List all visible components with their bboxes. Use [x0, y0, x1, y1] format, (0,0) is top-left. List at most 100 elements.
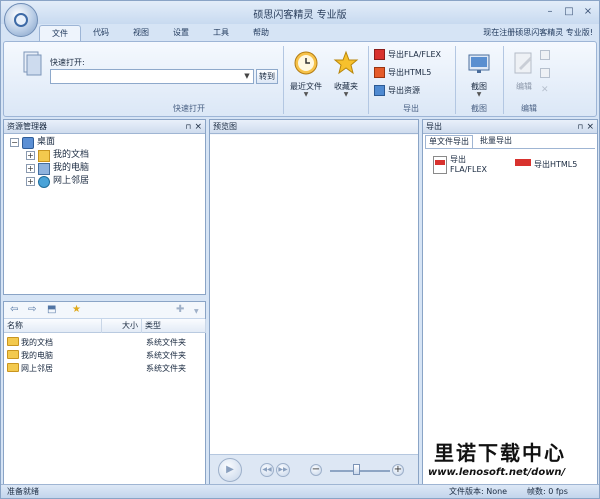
watermark: 里诺下载中心 www.lenosoft.net/down/ [426, 437, 598, 487]
file-list-row[interactable]: 我的电脑 系统文件夹 [4, 349, 205, 362]
expand-icon[interactable]: + [26, 164, 35, 173]
tab-file[interactable]: 文件 [39, 25, 81, 41]
tab-single-export[interactable]: 单文件导出 [425, 135, 473, 148]
delete-icon: ✕ [541, 85, 549, 95]
tree-item-label: 我的文档 [53, 150, 90, 160]
file-version: 文件版本: None [449, 487, 508, 496]
export-resources-button[interactable]: 导出资源 [374, 84, 420, 97]
goto-button[interactable]: 转到 [256, 69, 278, 84]
row-name: 我的文档 [21, 338, 53, 347]
resources-icon [374, 85, 385, 96]
tab-batch-export[interactable]: 批量导出 [477, 135, 515, 148]
desktop-icon [22, 136, 34, 149]
export-html5-label: 导出HTML5 [388, 68, 432, 77]
tab-help[interactable]: 帮助 [241, 25, 281, 41]
file-list-toolbar: ⇦ ⇨ ⬒ ★ ✚ ▼ [4, 302, 205, 319]
pin-icon[interactable]: ⊓ [186, 120, 191, 134]
export-panel: 导出 ⊓ × 单文件导出 批量导出 导出 FLA/FLEX 导出HTML5 [422, 119, 598, 485]
folder-icon [7, 350, 19, 359]
up-folder-icon[interactable]: ⬒ [47, 305, 56, 315]
screenshot-icon [468, 54, 490, 73]
zoom-in-button[interactable]: + [392, 464, 404, 476]
tab-settings[interactable]: 设置 [161, 25, 201, 41]
export-html5-button[interactable]: 导出HTML5 [374, 66, 431, 79]
export-html5-panel-button[interactable]: 导出HTML5 [515, 155, 577, 174]
column-size[interactable]: 大小 [102, 319, 142, 333]
chevron-down-icon: ▼ [343, 91, 349, 98]
export-fla-panel-button[interactable]: 导出 FLA/FLEX [433, 155, 487, 175]
open-file-icon [23, 51, 42, 76]
expand-icon[interactable]: + [26, 151, 35, 160]
column-name[interactable]: 名称 [4, 319, 102, 333]
menu-tabs: 文件 代码 视图 设置 工具 帮助 [39, 25, 281, 41]
star-icon[interactable]: ★ [72, 305, 81, 315]
app-window: 硕思闪客精灵 专业版 – □ × 文件 代码 视图 设置 工具 帮助 现在注册硕… [0, 0, 600, 499]
tree-item-documents[interactable]: + 我的文档 [26, 149, 89, 162]
collapse-icon[interactable]: − [10, 138, 19, 147]
close-icon[interactable]: × [194, 120, 202, 134]
folder-icon [7, 363, 19, 372]
export-fla-button[interactable]: 导出FLA/FLEX [374, 48, 441, 61]
export-panel-title: 导出 [426, 122, 442, 131]
chevron-down-icon[interactable]: ▼ [242, 71, 252, 82]
back-icon[interactable]: ⇦ [10, 305, 18, 315]
tree-item-computer[interactable]: + 我的电脑 [26, 162, 89, 175]
chevron-down-icon: ▼ [303, 91, 309, 98]
app-menu-orb[interactable] [4, 3, 38, 37]
clock-icon [294, 51, 318, 75]
expand-icon[interactable]: + [26, 177, 35, 186]
tree-item-label: 网上邻居 [53, 176, 90, 186]
row-type: 系统文件夹 [146, 338, 186, 347]
status-text: 准备就绪 [7, 487, 39, 496]
quick-open-label: 快速打开: [50, 58, 85, 67]
group-divider [368, 46, 369, 114]
file-list-header: 名称 大小 类型 [4, 319, 206, 333]
app-logo-icon [14, 13, 28, 27]
resource-manager-title: 资源管理器 [7, 122, 47, 131]
zoom-out-button[interactable]: − [310, 464, 322, 476]
column-type[interactable]: 类型 [142, 319, 206, 333]
tab-tools[interactable]: 工具 [201, 25, 241, 41]
favorites-button[interactable]: 收藏夹 ▼ [326, 46, 366, 98]
zoom-slider[interactable] [330, 470, 390, 472]
maximize-button[interactable]: □ [562, 5, 576, 18]
tab-view[interactable]: 视图 [121, 25, 161, 41]
frame-rate: 帧数: 0 fps [527, 487, 568, 496]
resource-manager-header: 资源管理器 ⊓ × [4, 120, 205, 134]
recent-files-button[interactable]: 最近文件 ▼ [286, 46, 326, 98]
edit-button[interactable]: 编辑 [504, 46, 544, 98]
preview-panel: 预览图 ▶ ◀◀ ▶▶ − + [209, 119, 419, 485]
pin-icon[interactable]: ⊓ [578, 120, 583, 134]
forward-icon[interactable]: ⇨ [28, 305, 36, 315]
row-name: 我的电脑 [21, 351, 53, 360]
row-type: 系统文件夹 [146, 351, 186, 360]
chevron-down-icon[interactable]: ▼ [194, 307, 199, 317]
folder-icon [7, 337, 19, 346]
screenshot-button[interactable]: 截图 ▼ [459, 46, 499, 98]
file-list-row[interactable]: 我的文档 系统文件夹 [4, 336, 205, 349]
row-type: 系统文件夹 [146, 364, 186, 373]
zoom-slider-handle[interactable] [353, 464, 360, 475]
status-bar: 准备就绪 文件版本: None 帧数: 0 fps [1, 484, 599, 498]
rewind-button[interactable]: ◀◀ [260, 463, 274, 477]
tree-item-desktop[interactable]: − 桌面 [10, 136, 55, 149]
minimize-button[interactable]: – [543, 5, 557, 18]
star-icon [333, 50, 359, 75]
close-icon[interactable]: × [586, 120, 594, 134]
preview-canvas[interactable] [210, 135, 418, 454]
quick-open-input[interactable]: ▼ [50, 69, 254, 84]
close-button[interactable]: × [581, 5, 595, 18]
add-icon[interactable]: ✚ [176, 305, 184, 315]
preview-title: 预览图 [213, 122, 237, 131]
watermark-url: www.lenosoft.net/down/ [428, 467, 566, 478]
register-link[interactable]: 现在注册硕思闪客精灵 专业版! [483, 27, 593, 38]
file-list-row[interactable]: 网上邻居 系统文件夹 [4, 362, 205, 375]
tab-code[interactable]: 代码 [81, 25, 121, 41]
watermark-title: 里诺下载中心 [434, 441, 566, 465]
fast-forward-button[interactable]: ▶▶ [276, 463, 290, 477]
row-name: 网上邻居 [21, 364, 53, 373]
play-button[interactable]: ▶ [218, 458, 242, 482]
html5-file-icon [515, 155, 531, 174]
resource-manager-panel: 资源管理器 ⊓ × − 桌面 + 我的文档 + 我的电脑 + 网上邻居 [3, 119, 206, 295]
tree-item-network[interactable]: + 网上邻居 [26, 175, 89, 188]
